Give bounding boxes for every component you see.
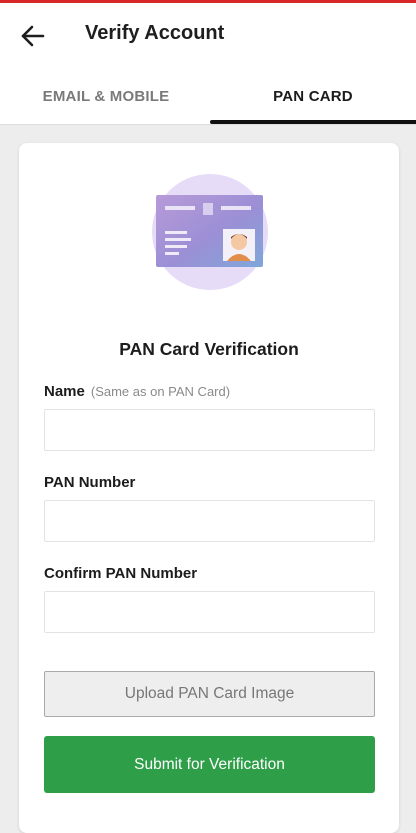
submit-verification-button[interactable]: Submit for Verification xyxy=(44,736,375,793)
pan-number-input[interactable] xyxy=(44,500,375,542)
name-field-label: Name (Same as on PAN Card) xyxy=(44,383,230,400)
page-title: Verify Account xyxy=(85,22,225,44)
card-title: PAN Card Verification xyxy=(119,339,299,359)
confirm-pan-input[interactable] xyxy=(44,591,375,633)
tab-email-mobile[interactable]: EMAIL & MOBILE xyxy=(0,67,212,125)
tab-bar: EMAIL & MOBILE PAN CARD xyxy=(0,67,416,125)
pan-number-label: PAN Number xyxy=(44,474,136,491)
upload-pan-image-button[interactable]: Upload PAN Card Image xyxy=(44,671,375,717)
name-label-text: Name xyxy=(44,383,85,400)
app-header: Verify Account xyxy=(0,3,416,67)
arrow-left-icon[interactable] xyxy=(20,23,46,49)
confirm-pan-label: Confirm PAN Number xyxy=(44,565,198,582)
name-field-hint: (Same as on PAN Card) xyxy=(90,384,231,399)
pan-card-icon xyxy=(152,174,268,290)
name-input[interactable] xyxy=(44,409,375,451)
pan-verification-card: PAN Card Verification Name (Same as on PA… xyxy=(19,143,399,833)
active-tab-indicator xyxy=(210,120,416,124)
tab-pan-card[interactable]: PAN CARD xyxy=(210,67,416,125)
